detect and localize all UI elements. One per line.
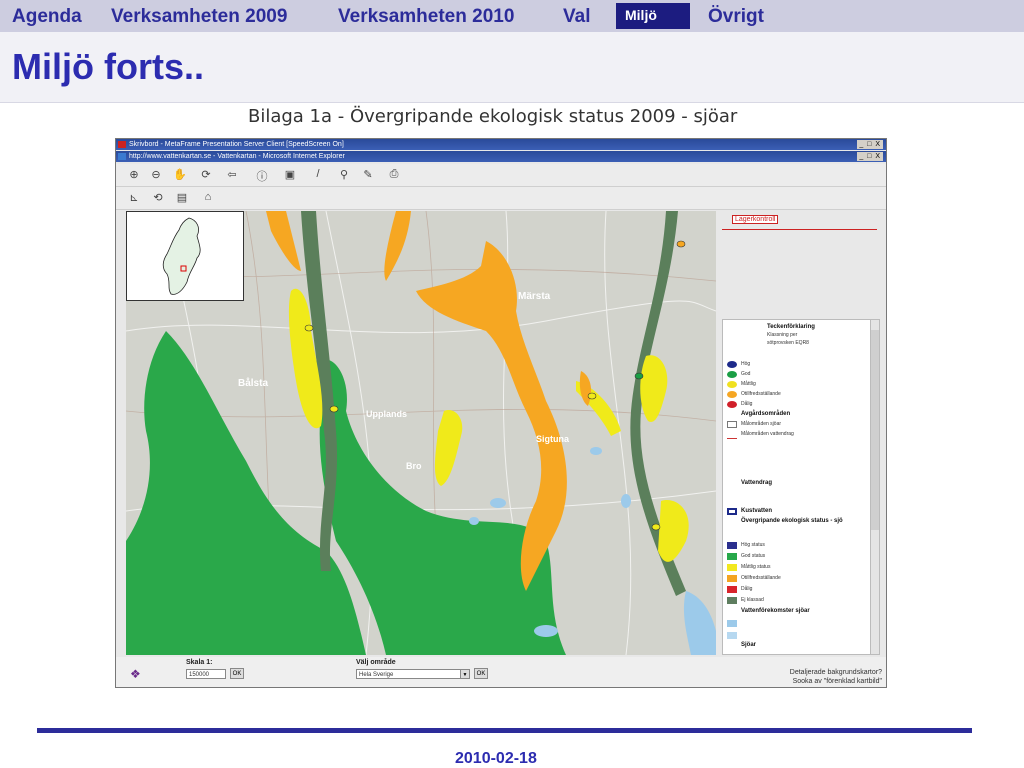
legend-section-vattenforekomster: Vattenförekomster sjöar: [741, 608, 810, 614]
legend-symbol-otillfredsstallande: [727, 391, 737, 398]
legend-subtitle: Klassning per: [767, 332, 798, 338]
rotate-icon[interactable]: ⟲: [150, 191, 166, 204]
lager-divider: [722, 229, 877, 230]
legend-symbol-kustvatten: [727, 508, 737, 515]
axis-icon[interactable]: ⊾: [126, 191, 142, 204]
legend-avg-vattendrag: Målområden vattendrag: [741, 431, 794, 437]
legend-status-3: Otillfredsställande: [741, 575, 781, 581]
background-maps-note-2: Sooka av "förenklad kartbild": [792, 678, 882, 685]
legend-status-symbol-0: [727, 542, 737, 549]
measure-icon[interactable]: /: [310, 168, 326, 180]
find-icon[interactable]: ⚲: [336, 168, 352, 181]
legend-item-hog: Hög: [741, 361, 751, 367]
area-select[interactable]: Hela Sverige: [356, 669, 470, 679]
legend-title: Teckenförklaring: [767, 324, 815, 330]
legend-section-avg: Avgårdsområden: [741, 411, 791, 417]
map-toolbar-row-2: ⊾ ⟲ ▤ ⌂: [116, 187, 886, 210]
legend-status-symbol-3: [727, 575, 737, 582]
map-bottom-bar: ❖ Skala 1: 150000 OK Välj område Hela Sv…: [116, 657, 886, 687]
back-icon[interactable]: ⇦: [224, 168, 240, 181]
legend-status-symbol-5: [727, 597, 737, 604]
map-toolbar-row-1: ⊕ ⊖ ✋ ⟳ ⇦ ⓘ ▣ / ⚲ ✎ ⎙: [116, 164, 886, 187]
legend-status-0: Hög status: [741, 542, 765, 548]
footer-divider: [37, 728, 972, 733]
legend-status-1: God status: [741, 553, 766, 559]
legend-section-vattendrag: Vattendrag: [741, 480, 773, 486]
legend-status-2: Måttlig status: [741, 564, 771, 570]
legend-symbol-vattenforekomster: [727, 620, 737, 627]
layers-icon[interactable]: ▤: [174, 191, 190, 204]
browser-window-controls[interactable]: _ □ X: [857, 152, 883, 161]
ie-icon: [118, 153, 126, 160]
legend-symbol-malomraden-sjoar: [727, 421, 737, 428]
legend-section-sjoar: Sjöar: [741, 642, 757, 648]
nav-val[interactable]: Val: [563, 6, 590, 28]
top-navigation: Agenda Verksamheten 2009 Verksamheten 20…: [0, 0, 1024, 32]
legend-symbol-dalig: [727, 401, 737, 408]
info-icon[interactable]: ⓘ: [254, 168, 270, 184]
lagerkontroll-button[interactable]: Lagerkontroll: [732, 215, 779, 224]
zoom-in-icon[interactable]: ⊕: [126, 168, 142, 181]
legend-item-mattlig: Måttlig: [741, 381, 756, 387]
refresh-icon[interactable]: ⟳: [198, 168, 214, 181]
nav-miljo[interactable]: Miljö: [616, 3, 690, 29]
nav-agenda[interactable]: Agenda: [12, 6, 82, 28]
legend-status-symbol-2: [727, 564, 737, 571]
footer-date: 2010-02-18: [455, 750, 537, 767]
legend-avg-sjoar: Målområden sjöar: [741, 421, 782, 427]
map-label-town5: Bro: [406, 461, 422, 471]
legend-symbol-hog: [727, 361, 737, 368]
scale-label: Skala 1:: [186, 659, 213, 666]
area-label: Välj område: [356, 659, 396, 666]
nav-ovrigt[interactable]: Övrigt: [708, 6, 764, 28]
area-ok-button[interactable]: OK: [474, 668, 488, 679]
map-label-town2: Märsta: [518, 291, 551, 302]
legend-status-4: Dålig: [741, 586, 753, 592]
sweden-outline-icon: [162, 217, 201, 295]
book-icon[interactable]: ❖: [130, 667, 141, 681]
print-icon[interactable]: ⎙: [386, 168, 402, 181]
slide-subtitle: Bilaga 1a - Övergripande ekologisk statu…: [248, 106, 738, 127]
scale-ok-button[interactable]: OK: [230, 668, 244, 679]
nav-verksamheten-2010[interactable]: Verksamheten 2010: [338, 6, 514, 28]
ruler-icon[interactable]: ⌂: [200, 191, 216, 203]
legend-section-kust: Kustvatten: [741, 508, 773, 514]
legend-symbol-god: [727, 371, 737, 378]
map-label-town1: Bålsta: [238, 378, 269, 389]
embedded-screenshot-window: Skrivbord - MetaFrame Presentation Serve…: [115, 138, 887, 688]
browser-title: http://www.vattenkartan.se - Vattenkarta…: [129, 153, 345, 160]
nav-verksamheten-2009[interactable]: Verksamheten 2009: [111, 6, 287, 28]
legend-symbol-mattlig: [727, 381, 737, 388]
area-dropdown-chevron-icon[interactable]: ▼: [460, 669, 470, 679]
app-icon: [118, 141, 126, 148]
legend-item-god: God: [741, 371, 751, 377]
legend-scroll-thumb[interactable]: [871, 330, 879, 530]
background-maps-note-1: Detaljerade bakgrundskartor?: [789, 669, 882, 676]
citrix-title: Skrivbord - MetaFrame Presentation Serve…: [129, 141, 344, 148]
legend-status-5: Ej klassad: [741, 597, 764, 603]
browser-title-bar: http://www.vattenkartan.se - Vattenkarta…: [116, 151, 886, 162]
zoom-out-icon[interactable]: ⊖: [148, 168, 164, 181]
legend-symbol-ovriga-sjoar: [727, 632, 737, 639]
legend-subtitle2: sötprovsken EQR8: [767, 340, 809, 346]
legend-status-symbol-4: [727, 586, 737, 593]
scale-input[interactable]: 150000: [186, 669, 226, 679]
map-label-town4: Sigtuna: [536, 434, 569, 444]
legend-section-status: Övergripande ekologisk status - sjö: [741, 518, 843, 524]
citrix-title-bar: Skrivbord - MetaFrame Presentation Serve…: [116, 139, 886, 150]
legend-symbol-malomraden-vattendrag: [727, 431, 737, 439]
pan-icon[interactable]: ✋: [172, 168, 188, 181]
page-title: Miljö forts..: [12, 46, 204, 87]
select-icon[interactable]: ▣: [282, 168, 298, 181]
legend-status-symbol-1: [727, 553, 737, 560]
legend-item-dalig: Dålig: [741, 401, 753, 407]
overview-map[interactable]: [126, 211, 244, 301]
map-label-town3: Upplands: [366, 409, 408, 419]
legend-scrollbar[interactable]: [870, 320, 879, 654]
legend-item-otillfredsstallande: Otillfredsställande: [741, 391, 781, 397]
eraser-icon[interactable]: ✎: [360, 168, 376, 181]
map-legend[interactable]: Teckenförklaring Klassning per sötprovsk…: [722, 319, 880, 655]
window-controls[interactable]: _ □ X: [857, 140, 883, 149]
